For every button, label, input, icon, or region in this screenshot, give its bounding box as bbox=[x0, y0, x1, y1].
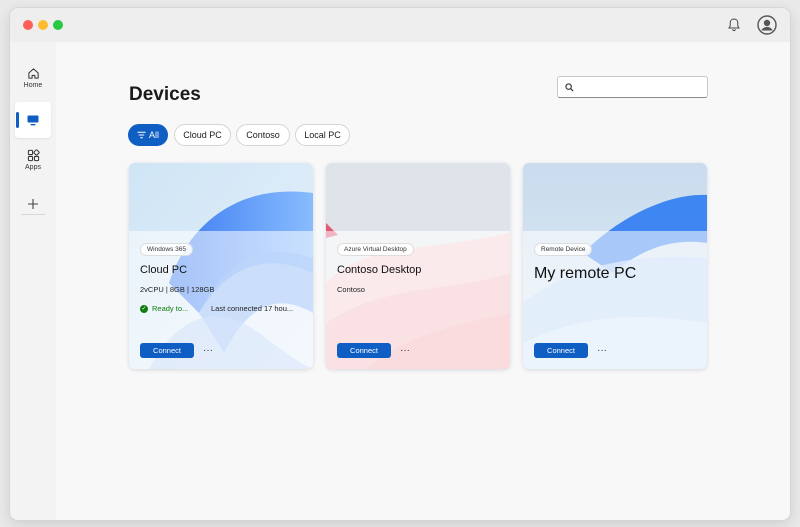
filter-chip-label: Local PC bbox=[304, 130, 341, 140]
active-indicator bbox=[16, 112, 19, 128]
last-connected-text: Last connected 17 hou... bbox=[211, 304, 294, 313]
notifications-bell-icon[interactable] bbox=[726, 17, 742, 33]
sidebar-item-home[interactable]: Home bbox=[15, 60, 51, 96]
user-avatar-icon[interactable] bbox=[757, 15, 777, 35]
filter-chip-contoso[interactable]: Contoso bbox=[236, 124, 290, 146]
filter-chip-label: All bbox=[148, 130, 159, 140]
sidebar-item-label: Apps bbox=[25, 164, 41, 171]
connect-button[interactable]: Connect bbox=[534, 343, 588, 358]
device-type-badge: Windows 365 bbox=[140, 243, 194, 256]
filter-chip-label: Cloud PC bbox=[183, 130, 222, 140]
device-card-contoso-desktop[interactable]: Azure Virtual Desktop Contoso Desktop Co… bbox=[326, 163, 510, 369]
device-type-badge: Azure Virtual Desktop bbox=[337, 243, 414, 256]
more-options-icon[interactable]: ··· bbox=[595, 343, 609, 358]
connect-button[interactable]: Connect bbox=[140, 343, 194, 358]
minimize-window-button[interactable] bbox=[38, 20, 48, 30]
sidebar: Home Apps bbox=[10, 42, 56, 520]
title-bar bbox=[10, 8, 790, 42]
sidebar-item-label: Home bbox=[23, 82, 43, 89]
device-status: ✓ Ready to... bbox=[140, 304, 188, 313]
add-button[interactable] bbox=[15, 186, 51, 222]
search-box[interactable] bbox=[557, 76, 708, 98]
page-title: Devices bbox=[129, 84, 201, 105]
device-spec: 2vCPU | 8GB | 128GB bbox=[140, 285, 215, 294]
filter-chip-all[interactable]: All bbox=[128, 124, 168, 146]
more-options-icon[interactable]: ··· bbox=[201, 343, 215, 358]
filter-chip-label: Contoso bbox=[246, 130, 280, 140]
device-name: My remote PC bbox=[534, 265, 637, 282]
device-card-my-remote-pc[interactable]: Remote Device My remote PC Connect ··· bbox=[523, 163, 707, 369]
connect-button[interactable]: Connect bbox=[337, 343, 391, 358]
filter-icon bbox=[137, 131, 146, 139]
sidebar-item-apps[interactable]: Apps bbox=[15, 142, 51, 178]
filter-chip-cloud-pc[interactable]: Cloud PC bbox=[174, 124, 231, 146]
devices-icon bbox=[27, 115, 39, 126]
close-window-button[interactable] bbox=[23, 20, 33, 30]
app-window: Home Apps Devices All Cloud PC Contoso L… bbox=[10, 8, 790, 520]
apps-icon bbox=[27, 149, 40, 162]
main-content: Devices All Cloud PC Contoso Local PC Wi… bbox=[56, 42, 790, 520]
sidebar-item-devices[interactable] bbox=[15, 102, 51, 138]
search-icon bbox=[565, 82, 574, 92]
more-options-icon[interactable]: ··· bbox=[398, 343, 412, 358]
search-input[interactable] bbox=[579, 82, 699, 92]
filter-chip-local-pc[interactable]: Local PC bbox=[295, 124, 350, 146]
plus-icon bbox=[28, 199, 38, 209]
status-text: Ready to... bbox=[152, 304, 189, 313]
device-name: Contoso Desktop bbox=[337, 264, 422, 276]
device-card-cloud-pc[interactable]: Windows 365 Cloud PC 2vCPU | 8GB | 128GB… bbox=[129, 163, 313, 369]
device-spec: Contoso bbox=[337, 285, 365, 294]
device-name: Cloud PC bbox=[140, 264, 188, 276]
maximize-window-button[interactable] bbox=[53, 20, 63, 30]
check-icon: ✓ bbox=[140, 304, 148, 313]
home-icon bbox=[27, 68, 39, 79]
device-type-badge: Remote Device bbox=[534, 243, 593, 256]
